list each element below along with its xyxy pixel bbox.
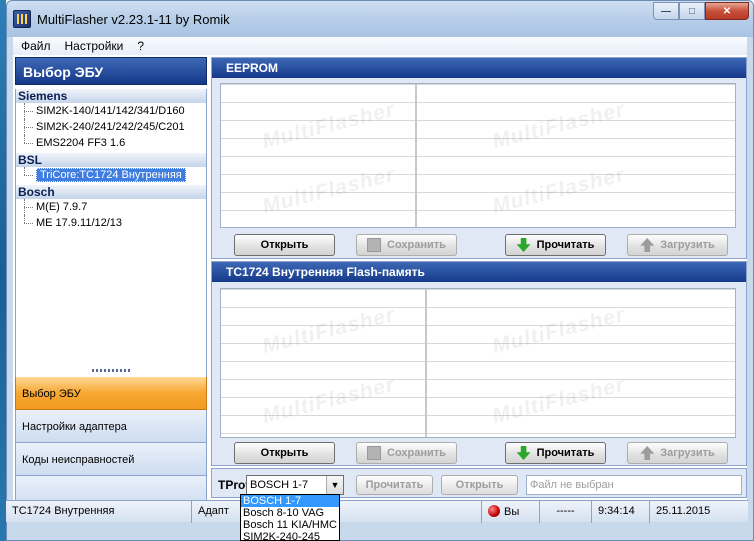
tree-item[interactable]: EMS2204 FF3 1.6 [16,135,206,151]
tree-item[interactable]: M(E) 7.9.7 [16,199,206,215]
status-ecu: TC1724 Внутренняя [6,501,192,523]
nav-ecu-select[interactable]: Выбор ЭБУ [15,377,207,410]
status-connection: Вы [482,501,540,523]
flash-title: TC1724 Внутренняя Flash-память [212,262,746,282]
minimize-button[interactable]: — [653,2,679,20]
download-arrow-icon [516,238,531,252]
dropdown-option[interactable]: BOSCH 1-7 [241,495,339,507]
maximize-button[interactable]: □ [679,2,705,20]
ecu-panel-title: Выбор ЭБУ [15,57,207,85]
status-led-icon [488,505,500,517]
tprot-label: TProt [218,478,250,492]
flash-write-button[interactable]: Загрузить [627,442,728,464]
flash-panel: TC1724 Внутренняя Flash-память MultiFlas… [211,261,747,466]
chevron-down-icon[interactable]: ▼ [326,476,343,494]
title-bar[interactable]: MultiFlasher v2.23.1-11 by Romik — □ ✕ [7,1,753,37]
nav-adapter-settings[interactable]: Настройки адаптера [15,410,207,443]
tree-item[interactable]: ME 17.9.11/12/13 [16,215,206,231]
flash-save-button[interactable]: Сохранить [356,442,457,464]
grip-icon [92,369,132,372]
nav-fault-codes[interactable]: Коды неисправностей [15,443,207,476]
app-window: MultiFlasher v2.23.1-11 by Romik — □ ✕ Ф… [6,0,754,541]
close-button[interactable]: ✕ [705,2,749,20]
client-area: Выбор ЭБУ Siemens SIM2K-140/141/142/341/… [13,55,747,520]
download-arrow-icon [516,446,531,460]
menu-file[interactable]: Файл [21,39,51,53]
bottom-open-button[interactable]: Открыть [441,475,518,495]
menu-settings[interactable]: Настройки [65,39,124,53]
tree-item-selected[interactable]: TriCore:TC1724 Внутренняя [16,167,206,183]
tree-group-siemens[interactable]: Siemens [16,89,206,103]
status-dashes: ----- [540,501,592,523]
dropdown-option[interactable]: Bosch 8-10 VAG [241,507,339,519]
ecu-tree[interactable]: Siemens SIM2K-140/141/142/341/D160 SIM2K… [15,89,207,363]
eeprom-write-button[interactable]: Загрузить [627,234,728,256]
app-icon [13,10,31,28]
save-icon [367,446,382,460]
upload-arrow-icon [640,446,655,460]
eeprom-hex-grid[interactable]: MultiFlasher MultiFlasher MultiFlasher M… [220,83,736,228]
status-time: 9:34:14 [592,501,650,523]
tree-group-bosch[interactable]: Bosch [16,185,206,199]
tprot-dropdown-list[interactable]: BOSCH 1-7 Bosch 8-10 VAG Bosch 11 KIA/HM… [240,494,340,541]
tree-group-bsl[interactable]: BSL [16,153,206,167]
ecu-select-panel: Выбор ЭБУ Siemens SIM2K-140/141/142/341/… [15,57,207,520]
tprot-select[interactable]: BOSCH 1-7 ▼ [246,475,344,495]
flash-hex-grid[interactable]: MultiFlasher MultiFlasher MultiFlasher M… [220,288,736,438]
upload-arrow-icon [640,238,655,252]
file-name-field: Файл не выбран [526,475,742,495]
flash-read-button[interactable]: Прочитать [505,442,606,464]
dropdown-option[interactable]: Bosch 11 KIA/HMC [241,519,339,531]
eeprom-panel: EEPROM MultiFlasher MultiFlasher MultiFl… [211,57,747,259]
status-bar: TC1724 Внутренняя Адапт Вы ----- 9:34:14… [6,500,748,523]
eeprom-title: EEPROM [212,58,746,78]
tree-item[interactable]: SIM2K-240/241/242/245/C201 [16,119,206,135]
tree-item[interactable]: SIM2K-140/141/142/341/D160 [16,103,206,119]
bottom-read-button[interactable]: Прочитать [356,475,433,495]
flash-open-button[interactable]: Открыть [234,442,335,464]
eeprom-save-button[interactable]: Сохранить [356,234,457,256]
splitter[interactable] [15,363,207,377]
save-icon [367,238,382,252]
eeprom-read-button[interactable]: Прочитать [505,234,606,256]
eeprom-open-button[interactable]: Открыть [234,234,335,256]
menu-help[interactable]: ? [137,39,144,53]
window-title: MultiFlasher v2.23.1-11 by Romik [37,12,230,27]
menu-bar: Файл Настройки ? [13,37,747,55]
status-date: 25.11.2015 [656,505,711,517]
dropdown-option[interactable]: SIM2K-240-245 [241,531,339,540]
